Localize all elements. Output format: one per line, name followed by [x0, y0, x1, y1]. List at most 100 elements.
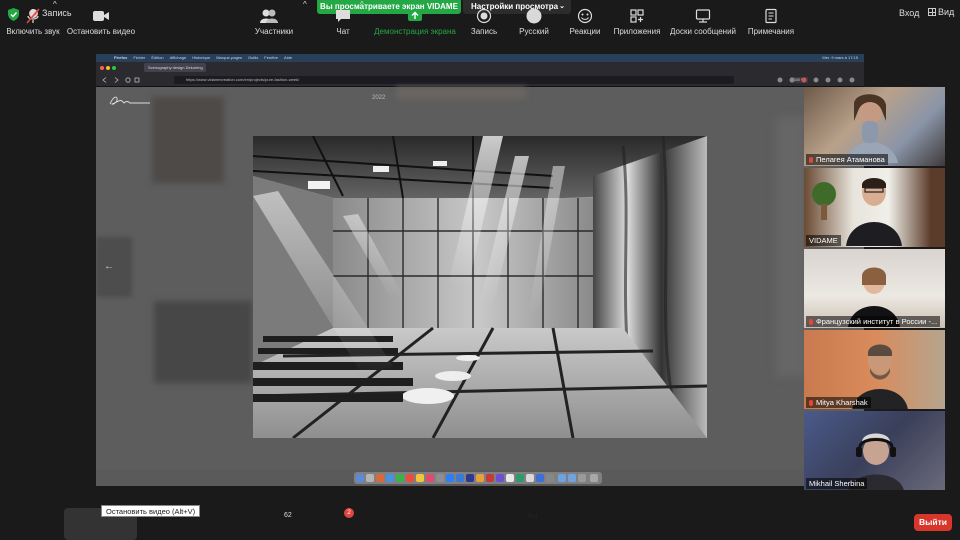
browser-nav-bar: https://www.vidamecreation.com/en/projec…: [96, 73, 864, 87]
chevron-down-icon: ⌄: [559, 3, 565, 10]
nav-buttons-icon[interactable]: [102, 77, 142, 83]
view-button[interactable]: Вид: [928, 7, 954, 17]
folder-icon[interactable]: [578, 474, 586, 482]
shared-screen: Firefox Fichier Édition Affichage Historique…: [96, 54, 864, 486]
mac-clock: Mer. 9 mars à 17:15: [822, 55, 858, 60]
share-screen-label: Демонстрация экрана: [374, 27, 456, 36]
trash-icon[interactable]: [590, 474, 598, 482]
calendar-icon[interactable]: [406, 474, 414, 482]
mac-dock: [354, 472, 602, 484]
browser-tab[interactable]: Scenography design Dekorimg: [144, 63, 206, 72]
mac-menu-item[interactable]: Outils: [248, 55, 258, 60]
messages-icon[interactable]: [396, 474, 404, 482]
share-screen-button[interactable]: Демонстрация экрана: [374, 0, 456, 40]
chat-unread-badge: 2: [344, 508, 354, 518]
blurred-thumbnail: [152, 97, 224, 183]
app-store-icon[interactable]: [446, 474, 454, 482]
app-icon[interactable]: [496, 474, 504, 482]
notes-button[interactable]: Примечания: [744, 0, 798, 40]
illustrator-icon[interactable]: [476, 474, 484, 482]
emoji-icon: [577, 8, 593, 24]
chat-options-caret-icon[interactable]: ^: [360, 0, 364, 40]
launchpad-icon[interactable]: [366, 474, 374, 482]
participant-tile[interactable]: Французский институт в России -...: [804, 249, 945, 328]
participant-figure: [846, 94, 898, 163]
record-button[interactable]: Запись: [468, 0, 500, 40]
participants-button[interactable]: Участники: [248, 0, 300, 40]
mac-menu-item[interactable]: Aide: [284, 55, 292, 60]
folder-icon[interactable]: [558, 474, 566, 482]
acrobat-icon[interactable]: [486, 474, 494, 482]
apps-icon: [630, 9, 644, 23]
mic-muted-icon: [809, 400, 813, 406]
participant-label: Французский институт в России -...: [806, 316, 941, 327]
scenography-photo: [253, 136, 707, 438]
participant-tile[interactable]: Mikhail Sherbina: [804, 411, 945, 490]
participant-name: Пелагея Атаманова: [816, 155, 885, 164]
reactions-button[interactable]: Реакции: [566, 0, 604, 40]
enter-button[interactable]: Вход: [899, 8, 919, 18]
blurred-thumbnail: [96, 237, 132, 297]
participant-name: Mitya Kharshak: [816, 398, 868, 407]
app-icon[interactable]: [506, 474, 514, 482]
folder-icon[interactable]: [568, 474, 576, 482]
project-year: 2022: [372, 95, 386, 101]
browser-toolbar-icons[interactable]: [776, 76, 860, 84]
photoshop-icon[interactable]: [466, 474, 474, 482]
firefox-icon[interactable]: [376, 474, 384, 482]
finder-icon[interactable]: [356, 474, 364, 482]
app-icon[interactable]: [526, 474, 534, 482]
chat-label: Чат: [336, 27, 350, 36]
language-code: RU: [528, 513, 538, 520]
mac-menu-item[interactable]: Fichier: [133, 55, 145, 60]
stop-video-button[interactable]: Остановить видео: [66, 0, 136, 40]
music-icon[interactable]: [426, 474, 434, 482]
mic-muted-icon: [809, 319, 813, 325]
mac-menu-item[interactable]: Édition: [151, 55, 163, 60]
participant-tile-active-speaker[interactable]: VIDAME: [804, 168, 945, 247]
whiteboards-button[interactable]: Доски сообщений: [668, 0, 738, 40]
reactions-label: Реакции: [569, 27, 601, 36]
apps-label: Приложения: [613, 27, 661, 36]
language-button[interactable]: Русский: [515, 0, 553, 40]
app-icon[interactable]: [546, 474, 554, 482]
browser-tab-strip: Scenography design Dekorimg: [96, 62, 864, 73]
mac-menu-item[interactable]: Affichage: [170, 55, 187, 60]
mic-muted-icon: [26, 8, 40, 24]
web-page: 2022 ←: [96, 87, 864, 469]
mac-menu-item[interactable]: Historique: [192, 55, 210, 60]
blurred-thumbnail: [154, 301, 252, 383]
close-window-icon[interactable]: [100, 66, 104, 70]
leave-meeting-button[interactable]: Выйти: [914, 514, 952, 531]
mac-menu-item[interactable]: Fenêtre: [264, 55, 278, 60]
settings-icon[interactable]: [436, 474, 444, 482]
zoom-app-icon[interactable]: [456, 474, 464, 482]
arrow-left-icon[interactable]: ←: [104, 261, 114, 272]
participant-tile[interactable]: Пелагея Атаманова: [804, 87, 945, 166]
url-text: https://www.vidamecreation.com/en/projec…: [186, 77, 300, 82]
blurred-thumbnail: [776, 117, 806, 377]
audio-options-caret-icon[interactable]: ^: [53, 0, 57, 40]
whiteboards-label: Доски сообщений: [669, 27, 736, 36]
notes-icon: [765, 8, 777, 24]
mac-menu-item[interactable]: Marque-pages: [216, 55, 242, 60]
share-screen-icon: [408, 10, 422, 21]
mac-menu-item[interactable]: Firefox: [114, 55, 127, 60]
language-globe-icon: [526, 8, 542, 24]
zoom-window-icon[interactable]: [112, 66, 116, 70]
app-icon[interactable]: [516, 474, 524, 482]
chat-button[interactable]: Чат: [327, 0, 359, 40]
participant-label: Mitya Kharshak: [806, 397, 871, 408]
video-camera-icon: [93, 11, 109, 21]
participant-tile[interactable]: Mitya Kharshak: [804, 330, 945, 409]
url-bar[interactable]: https://www.vidamecreation.com/en/projec…: [174, 76, 808, 84]
apps-button[interactable]: Приложения: [612, 0, 662, 40]
participants-options-caret-icon[interactable]: ^: [303, 0, 307, 40]
minimize-window-icon[interactable]: [106, 66, 110, 70]
plant-decoration: [812, 182, 836, 220]
vidame-logo[interactable]: [108, 95, 152, 107]
safari-icon[interactable]: [386, 474, 394, 482]
app-icon[interactable]: [536, 474, 544, 482]
notes-app-icon[interactable]: [416, 474, 424, 482]
notes-label: Примечания: [747, 27, 795, 36]
